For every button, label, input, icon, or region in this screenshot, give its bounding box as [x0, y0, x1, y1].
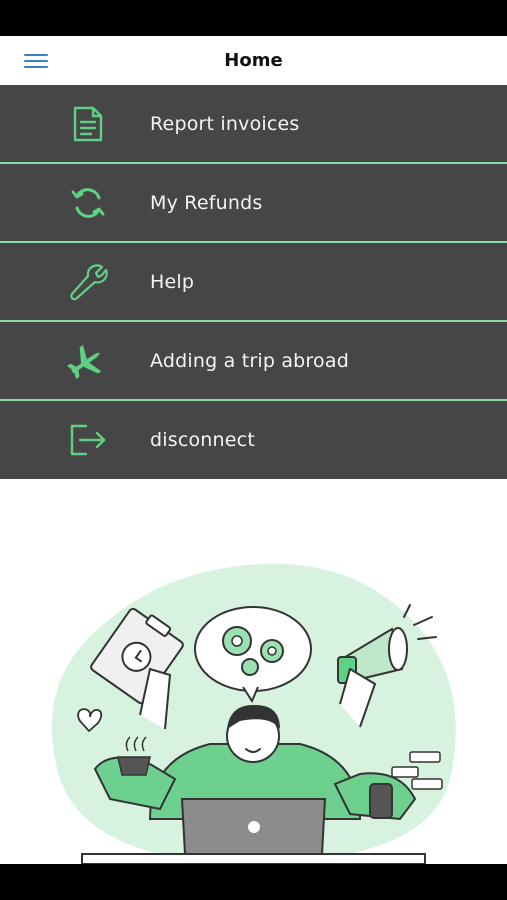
status-bar [0, 0, 507, 36]
refresh-icon [66, 183, 110, 223]
logout-icon [66, 420, 110, 460]
system-navigation-bar [0, 864, 507, 900]
hamburger-menu-icon[interactable] [20, 49, 52, 73]
wrench-icon [66, 262, 110, 302]
menu-item-help[interactable]: Help [0, 243, 507, 322]
document-icon [66, 104, 110, 144]
menu-item-label: Help [150, 270, 195, 293]
menu-item-label: Report invoices [150, 112, 300, 135]
navigation-menu: Report invoices My Refunds Help Adding a… [0, 85, 507, 479]
app-bar: Home [0, 36, 507, 85]
menu-item-disconnect[interactable]: disconnect [0, 401, 507, 479]
menu-item-adding-trip[interactable]: Adding a trip abroad [0, 322, 507, 401]
menu-item-label: Adding a trip abroad [150, 349, 349, 372]
menu-item-my-refunds[interactable]: My Refunds [0, 164, 507, 243]
menu-item-label: disconnect [150, 429, 255, 451]
menu-item-report-invoices[interactable]: Report invoices [0, 85, 507, 164]
page-title: Home [224, 50, 283, 71]
multitasking-illustration [0, 479, 507, 865]
menu-item-label: My Refunds [150, 191, 263, 214]
airplane-icon [66, 341, 110, 381]
